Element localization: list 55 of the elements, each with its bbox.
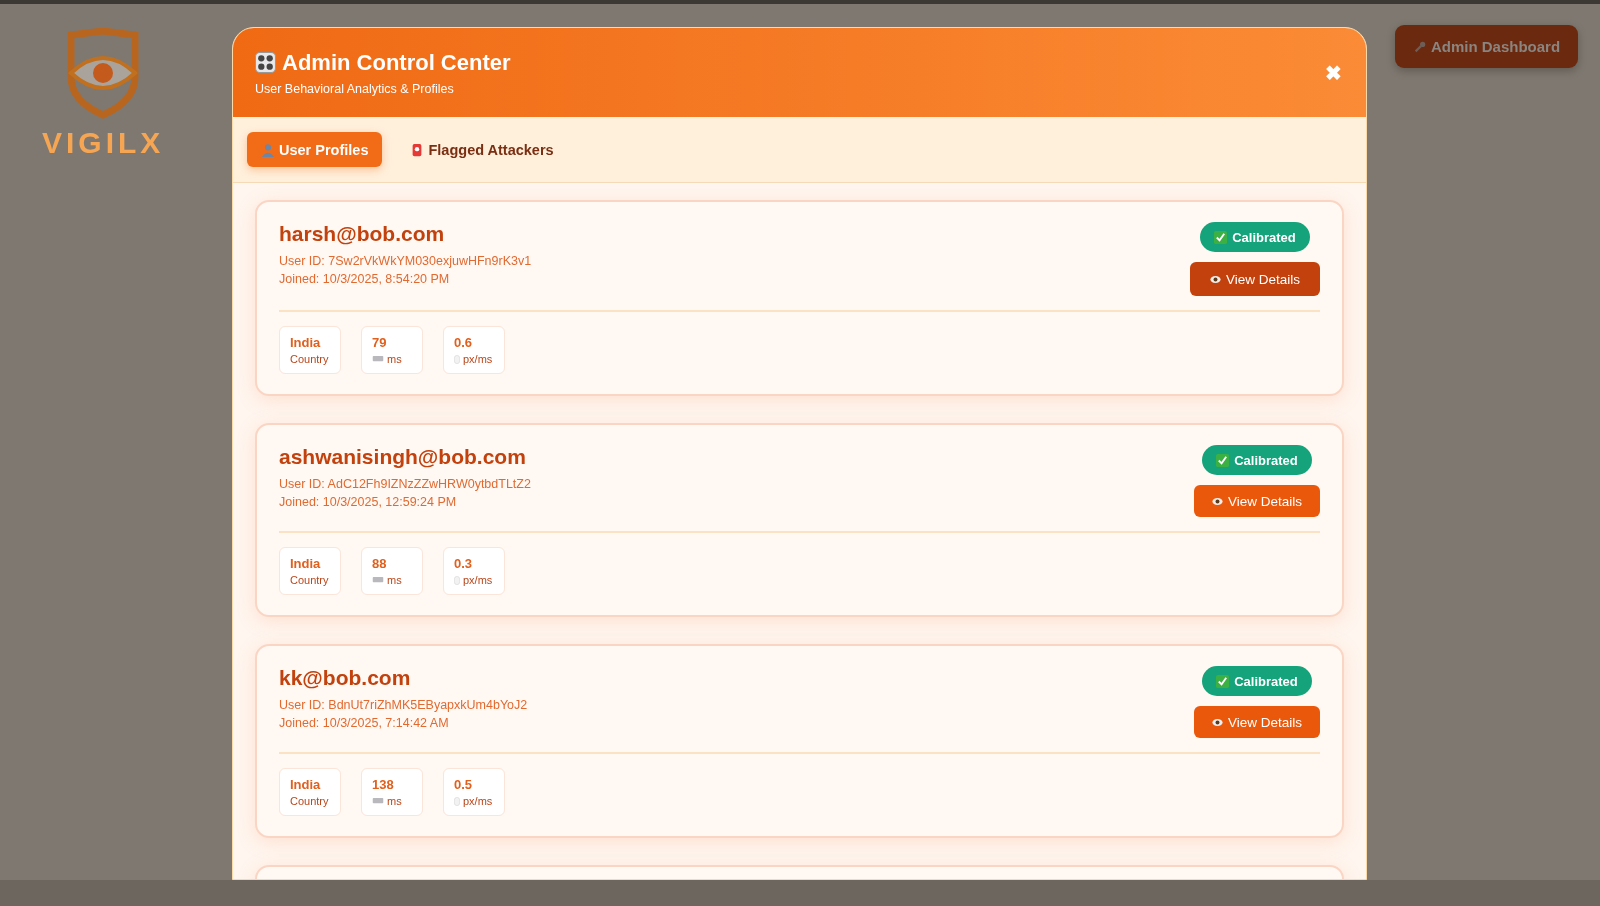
stat-value: India	[290, 556, 322, 571]
status-badge: Calibrated	[1200, 222, 1310, 252]
user-id: User ID: BdnUt7riZhMK5EByapxkUm4bYoJ2	[279, 697, 528, 714]
user-email: harsh@bob.com	[279, 222, 446, 246]
keyboard-icon	[372, 577, 384, 583]
modal-subtitle: User Behavioral Analytics & Profiles	[255, 81, 455, 96]
joined-date: Joined: 10/3/2025, 7:14:42 AM	[279, 715, 450, 732]
user-email: ashwanisingh@bob.com	[279, 445, 527, 469]
keyboard-icon	[372, 798, 384, 804]
wrench-icon	[1412, 39, 1427, 54]
stat-label: ms	[387, 574, 402, 586]
check-icon	[1216, 674, 1230, 688]
stat-label: ms	[387, 795, 402, 807]
stat-value: 79	[372, 335, 388, 350]
view-details-button[interactable]: View Details	[1193, 706, 1320, 738]
stat-label: Country	[290, 574, 329, 586]
user-icon	[261, 142, 275, 157]
check-icon	[1216, 453, 1230, 467]
view-details-button[interactable]: View Details	[1193, 485, 1320, 517]
close-button[interactable]: ✖	[1323, 58, 1344, 87]
status-badge: Calibrated	[1202, 445, 1312, 475]
stat-value: India	[290, 335, 322, 350]
tab[interactable]: Flagged Attackers	[396, 132, 568, 167]
joined-date: Joined: 10/3/2025, 12:59:24 PM	[279, 494, 458, 511]
logo-wordmark: VIGILX	[42, 126, 165, 160]
mouse-icon	[454, 796, 460, 806]
check-icon	[1214, 230, 1228, 244]
joined-date: Joined: 10/3/2025, 8:54:20 PM	[279, 271, 451, 288]
stat-label: ms	[387, 353, 402, 365]
eye-icon	[1209, 274, 1221, 284]
stat-value: India	[290, 777, 322, 792]
status-badge: Calibrated	[1202, 666, 1312, 696]
view-details-button[interactable]: View Details	[1189, 262, 1320, 296]
stat-label: Country	[290, 795, 329, 807]
eye-icon	[1211, 496, 1223, 506]
user-email: kk@bob.com	[279, 666, 412, 690]
eye-icon	[1211, 717, 1223, 727]
user-id: User ID: AdC12Fh9IZNzZZwHRW0ytbdTLtZ2	[279, 476, 531, 493]
stat-value: 0.5	[454, 777, 474, 792]
tab[interactable]: User Profiles	[247, 132, 383, 167]
user-id: User ID: 7Sw2rVkWkYM030exjuwHFn9rK3v1	[279, 253, 532, 270]
stat-value: 0.6	[454, 335, 474, 350]
mouse-icon	[454, 354, 460, 364]
stat-value: 0.3	[454, 556, 474, 571]
admin-dashboard-button[interactable]: Admin Dashboard	[1395, 25, 1578, 68]
stat-label: px/ms	[463, 795, 493, 807]
stat-label: px/ms	[463, 574, 493, 586]
stat-value: 138	[372, 777, 395, 792]
stat-value: 88	[372, 556, 388, 571]
stat-label: Country	[290, 353, 329, 365]
mouse-icon	[454, 575, 460, 585]
stat-label: px/ms	[463, 353, 493, 365]
control-knobs-icon	[255, 52, 276, 73]
modal-title: Admin Control Center	[282, 49, 511, 76]
keyboard-icon	[372, 356, 384, 362]
